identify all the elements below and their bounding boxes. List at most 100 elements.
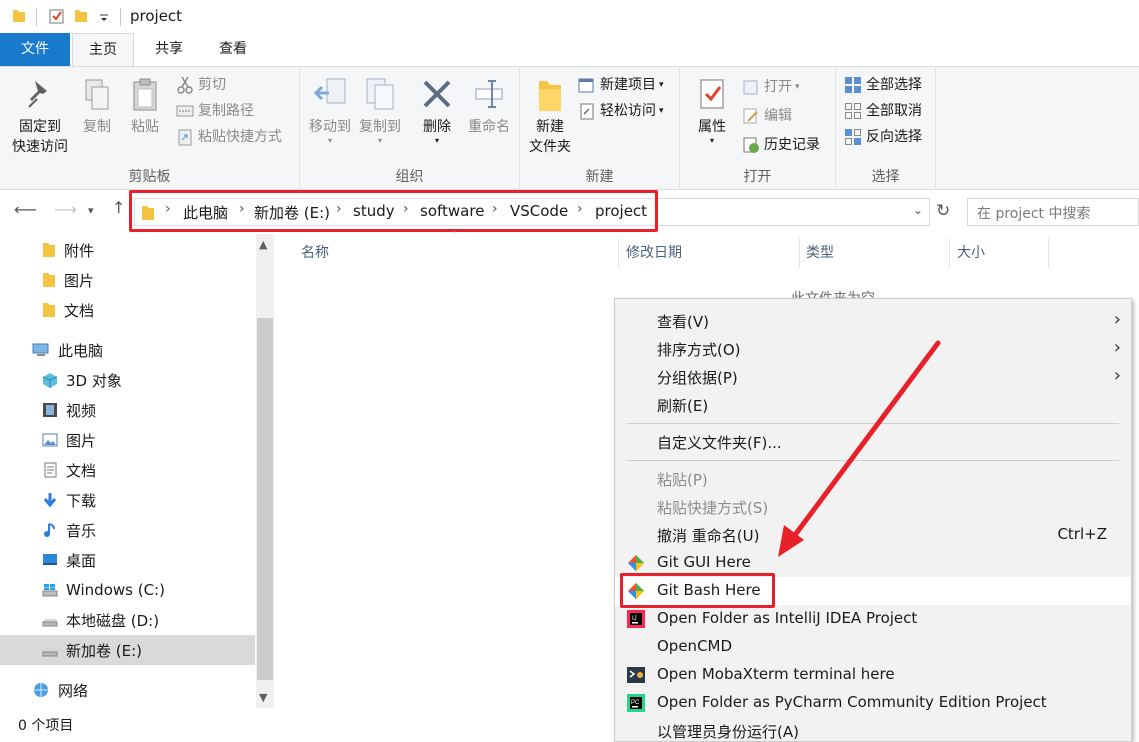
paste-label: 粘贴 <box>131 119 159 135</box>
nav-item-this-pc[interactable]: 此电脑 <box>0 335 255 365</box>
organize-group-label: 组织 <box>395 169 424 185</box>
nav-item-network[interactable]: 网络 <box>0 675 255 705</box>
paste-button[interactable]: 粘贴 <box>124 77 166 137</box>
menu-item-group-by[interactable]: 分组依据(P) › <box>615 363 1131 391</box>
menu-item-view[interactable]: 查看(V) › <box>615 307 1131 335</box>
mobaxterm-icon <box>627 667 645 683</box>
menu-item-open-intellij[interactable]: IJ Open Folder as IntelliJ IDEA Project <box>615 605 1131 633</box>
select-group: 全部选择 全部取消 反向选择 选择 <box>836 67 936 190</box>
item-count: 0 个项目 <box>18 718 74 734</box>
nav-item-music[interactable]: 音乐 <box>0 515 255 545</box>
tab-share[interactable]: 共享 <box>138 33 200 66</box>
invert-selection-button[interactable]: 反向选择 <box>844 125 922 149</box>
open-button[interactable]: 打开 ▾ <box>742 75 800 99</box>
menu-item-opencmd[interactable]: OpenCMD <box>615 633 1131 661</box>
select-all-label: 全部选择 <box>866 77 922 93</box>
column-header-size[interactable]: 大小 <box>957 242 985 262</box>
nav-item-label: 音乐 <box>66 521 97 540</box>
new-item-button[interactable]: 新建项目 ▾ <box>578 73 664 97</box>
address-dropdown-chevron-icon[interactable]: ⌄ <box>913 203 923 217</box>
scroll-thumb[interactable] <box>257 318 273 680</box>
history-button[interactable]: 历史记录 <box>742 133 820 157</box>
copy-to-button[interactable]: 复制到 ▾ <box>355 77 405 145</box>
new-folder-button[interactable]: 新建 文件夹 <box>524 77 576 157</box>
nav-item-downloads[interactable]: 下载 <box>0 485 255 515</box>
nav-pane-scrollbar[interactable]: ▲ ▼ <box>256 234 274 708</box>
menu-item-label: 排序方式(O) <box>657 341 741 359</box>
new-item-label: 新建项目 <box>600 77 656 93</box>
menu-item-label: 自定义文件夹(F)... <box>657 434 782 452</box>
properties-button[interactable]: 属性 ▾ <box>688 77 736 145</box>
nav-item-videos[interactable]: 视频 <box>0 395 255 425</box>
select-none-label: 全部取消 <box>866 103 922 119</box>
nav-item-3d-objects[interactable]: 3D 对象 <box>0 365 255 395</box>
sort-indicator-icon: ˄ <box>452 230 457 241</box>
menu-item-mobaxterm[interactable]: Open MobaXterm terminal here <box>615 661 1131 689</box>
refresh-icon[interactable]: ↻ <box>936 201 950 221</box>
tab-view[interactable]: 查看 <box>202 33 264 66</box>
submenu-chevron-icon: › <box>1113 309 1121 330</box>
column-header-name[interactable]: 名称 <box>301 242 329 262</box>
select-all-button[interactable]: 全部选择 <box>844 73 922 97</box>
menu-item-paste[interactable]: 粘贴(P) <box>615 465 1131 493</box>
title-bar: project <box>0 0 1139 33</box>
menu-item-undo-rename[interactable]: 撤消 重命名(U) Ctrl+Z <box>615 521 1131 549</box>
select-group-label: 选择 <box>871 169 900 185</box>
nav-item-label: 文档 <box>66 461 97 480</box>
nav-item-documents-pinned[interactable]: 文档 <box>0 295 255 325</box>
menu-item-open-pycharm[interactable]: PC Open Folder as PyCharm Community Edit… <box>615 689 1131 717</box>
new-group: 新建 文件夹 新建项目 ▾ 轻松访问 ▾ 新建 <box>520 67 680 190</box>
nav-item-label: 下载 <box>66 491 97 510</box>
ribbon-tabs: 文件 主页 共享 查看 <box>0 33 1139 66</box>
easy-access-button[interactable]: 轻松访问 ▾ <box>578 99 664 123</box>
recent-locations-chevron-icon[interactable]: ▾ <box>88 204 94 217</box>
nav-item-attachments[interactable]: 附件 <box>0 235 255 265</box>
menu-item-sort-by[interactable]: 排序方式(O) › <box>615 335 1131 363</box>
edit-button[interactable]: 编辑 <box>742 104 792 128</box>
tab-home[interactable]: 主页 <box>72 33 134 66</box>
menu-item-paste-shortcut[interactable]: 粘贴快捷方式(S) <box>615 493 1131 521</box>
column-header-type[interactable]: 类型 <box>806 242 834 262</box>
up-arrow-icon[interactable]: ↑ <box>112 198 125 217</box>
menu-item-customize-folder[interactable]: 自定义文件夹(F)... <box>615 428 1131 456</box>
menu-item-label: 粘贴快捷方式(S) <box>657 499 769 517</box>
move-to-button[interactable]: 移动到 ▾ <box>305 77 355 145</box>
back-arrow-icon[interactable]: ⟵ <box>14 200 37 219</box>
delete-button[interactable]: 删除 ▾ <box>415 77 459 145</box>
scroll-up-arrow-icon[interactable]: ▲ <box>259 238 267 251</box>
menu-item-run-as-admin[interactable]: 以管理员身份运行(A) <box>615 717 1131 742</box>
scroll-down-arrow-icon[interactable]: ▼ <box>259 691 267 704</box>
new-folder-label-line1: 新建 <box>536 119 564 135</box>
properties-check-icon[interactable] <box>49 8 65 24</box>
select-none-button[interactable]: 全部取消 <box>844 99 922 123</box>
clipboard-group-label: 剪贴板 <box>128 169 171 185</box>
nav-item-drive-e[interactable]: 新加卷 (E:) <box>0 635 255 665</box>
copy-path-label: 复制路径 <box>198 103 254 119</box>
rename-button[interactable]: 重命名 <box>463 77 515 137</box>
menu-separator <box>627 460 1119 461</box>
tab-file[interactable]: 文件 <box>0 33 70 66</box>
forward-arrow-icon[interactable]: ⟶ <box>54 200 77 219</box>
pin-quick-access-button[interactable]: 固定到 快速访问 <box>6 77 74 157</box>
copy-path-button[interactable]: 复制路径 <box>176 99 254 123</box>
menu-item-refresh[interactable]: 刷新(E) <box>615 391 1131 419</box>
new-folder-icon[interactable] <box>74 8 88 24</box>
nav-item-drive-c[interactable]: Windows (C:) <box>0 575 255 605</box>
nav-item-desktop[interactable]: 桌面 <box>0 545 255 575</box>
paste-shortcut-button[interactable]: 粘贴快捷方式 <box>176 125 282 149</box>
search-input[interactable]: 在 project 中搜索 <box>967 198 1139 226</box>
nav-item-drive-d[interactable]: 本地磁盘 (D:) <box>0 605 255 635</box>
select-all-icon <box>845 77 861 93</box>
nav-item-label: 3D 对象 <box>66 371 122 390</box>
nav-item-pictures[interactable]: 图片 <box>0 425 255 455</box>
nav-item-pictures-pinned[interactable]: 图片 <box>0 265 255 295</box>
folder-icon <box>13 10 25 22</box>
delete-label: 删除 <box>423 119 451 135</box>
column-header-date-modified[interactable]: 修改日期 <box>626 242 682 262</box>
folder-icon <box>43 243 55 257</box>
cut-button[interactable]: 剪切 <box>176 73 226 97</box>
quick-access-dropdown-icon[interactable] <box>99 8 109 24</box>
move-to-label: 移动到 <box>309 119 351 135</box>
copy-button[interactable]: 复制 <box>76 77 118 137</box>
nav-item-documents[interactable]: 文档 <box>0 455 255 485</box>
